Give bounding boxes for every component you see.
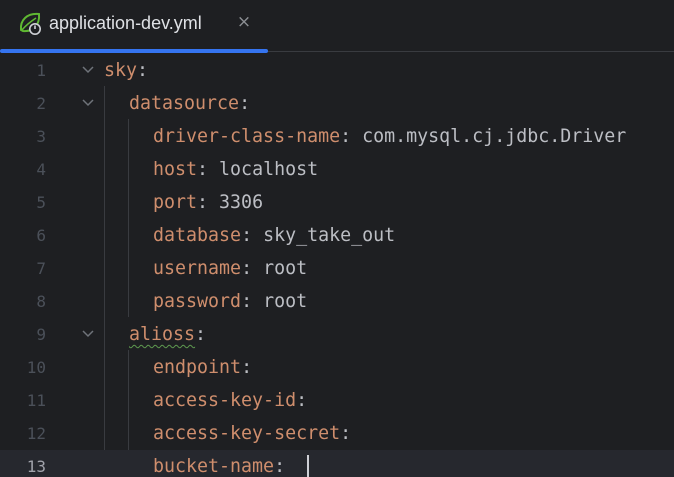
yaml-key: password [153, 291, 242, 312]
spring-leaf-icon [17, 10, 43, 36]
close-icon[interactable]: × [236, 12, 252, 32]
editor-window: application-dev.yml × 1 sky: 2 datasourc… [0, 0, 674, 477]
line-number: 8 [36, 292, 46, 311]
code-line-current[interactable]: 13 bucket-name: [0, 450, 674, 477]
code-line[interactable]: 6 database: sky_take_out [0, 219, 674, 252]
code-line[interactable]: 3 driver-class-name: com.mysql.cj.jdbc.D… [0, 120, 674, 153]
yaml-key: datasource [129, 93, 240, 114]
line-number: 9 [36, 325, 46, 344]
line-number: 12 [26, 424, 46, 443]
yaml-key: sky [104, 60, 138, 81]
code-text: bucket-name: [153, 456, 297, 477]
yaml-key: host [153, 159, 198, 180]
yaml-key: alioss [129, 324, 196, 345]
code-text: access-key-id: [153, 390, 308, 411]
code-line[interactable]: 4 host: localhost [0, 153, 674, 186]
code-text: datasource: [129, 93, 251, 114]
code-text: driver-class-name: com.mysql.cj.jdbc.Dri… [153, 126, 627, 147]
yaml-value: localhost [219, 159, 319, 180]
yaml-key: access-key-id [153, 390, 297, 411]
code-line[interactable]: 7 username: root [0, 252, 674, 285]
yaml-key: username [153, 258, 242, 279]
line-number: 6 [36, 226, 46, 245]
fold-chevron-icon[interactable] [82, 318, 96, 351]
code-text: port: 3306 [153, 192, 264, 213]
yaml-value: root [263, 291, 308, 312]
code-text: endpoint: [153, 357, 253, 378]
tab-title: application-dev.yml [49, 13, 202, 33]
line-number: 13 [26, 457, 46, 476]
code-line[interactable]: 1 sky: [0, 54, 674, 87]
code-line[interactable]: 2 datasource: [0, 87, 674, 120]
code-text: alioss: [129, 324, 207, 345]
code-text: sky: [104, 60, 149, 81]
line-number: 4 [36, 160, 46, 179]
code-line[interactable]: 12 access-key-secret: [0, 417, 674, 450]
code-text: username: root [153, 258, 308, 279]
code-line[interactable]: 10 endpoint: [0, 351, 674, 384]
tab-application-dev-yml[interactable]: application-dev.yml × [0, 0, 268, 53]
code-text: database: sky_take_out [153, 225, 396, 246]
fold-chevron-icon[interactable] [82, 87, 96, 120]
code-line[interactable]: 9 alioss: [0, 318, 674, 351]
yaml-key: endpoint [153, 357, 242, 378]
text-caret [307, 455, 309, 477]
yaml-value: com.mysql.cj.jdbc.Driver [362, 126, 627, 147]
yaml-value: sky_take_out [263, 225, 396, 246]
code-line[interactable]: 11 access-key-id: [0, 384, 674, 417]
yaml-key: port [153, 192, 198, 213]
line-number: 11 [26, 391, 46, 410]
yaml-value: 3306 [219, 192, 264, 213]
yaml-key: bucket-name [153, 456, 275, 477]
code-text: access-key-secret: [153, 423, 352, 444]
code-editor[interactable]: 1 sky: 2 datasource: 3 driver-class-name… [0, 53, 674, 477]
yaml-key: database [153, 225, 242, 246]
code-text: password: root [153, 291, 308, 312]
editor-tab-bar: application-dev.yml × [0, 0, 674, 53]
code-line[interactable]: 8 password: root [0, 285, 674, 318]
line-number: 5 [36, 193, 46, 212]
line-number: 3 [36, 127, 46, 146]
yaml-value: root [263, 258, 308, 279]
fold-chevron-icon[interactable] [82, 54, 96, 87]
line-number: 2 [36, 94, 46, 113]
line-number: 7 [36, 259, 46, 278]
code-line[interactable]: 5 port: 3306 [0, 186, 674, 219]
line-number: 10 [26, 358, 46, 377]
yaml-key: access-key-secret [153, 423, 341, 444]
line-number: 1 [36, 61, 46, 80]
code-text: host: localhost [153, 159, 319, 180]
yaml-key: driver-class-name [153, 126, 341, 147]
